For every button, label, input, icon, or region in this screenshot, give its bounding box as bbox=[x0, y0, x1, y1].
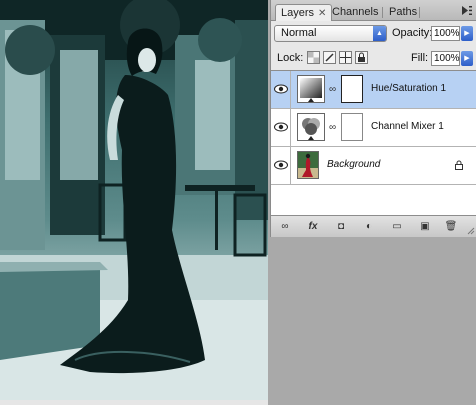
visibility-toggle[interactable] bbox=[271, 147, 291, 184]
lock-all-icon[interactable] bbox=[355, 51, 368, 64]
visibility-toggle[interactable] bbox=[271, 71, 291, 108]
new-layer-icon[interactable]: ▣ bbox=[415, 219, 435, 234]
blend-mode-value: Normal bbox=[281, 27, 317, 39]
document-canvas[interactable] bbox=[0, 0, 268, 400]
panel-tab-bar: Layers ✕ Channels Paths bbox=[271, 0, 476, 21]
visibility-toggle[interactable] bbox=[271, 109, 291, 146]
channel-mixer-thumbnail-icon bbox=[297, 113, 325, 141]
layers-panel: Layers ✕ Channels Paths Normal ▲ Opacity:… bbox=[270, 0, 476, 237]
layer-mask-thumbnail[interactable] bbox=[341, 75, 363, 103]
layer-mask-thumbnail[interactable] bbox=[341, 113, 363, 141]
eye-icon bbox=[274, 84, 288, 94]
layer-name[interactable]: Channel Mixer 1 bbox=[371, 121, 444, 132]
eye-icon bbox=[274, 160, 288, 170]
layer-row-hue-saturation[interactable]: ∞ Hue/Saturation 1 bbox=[271, 71, 476, 109]
fill-value: 100% bbox=[434, 53, 460, 64]
close-icon[interactable]: ✕ bbox=[318, 8, 326, 19]
mask-link-icon[interactable]: ∞ bbox=[329, 84, 336, 95]
mask-link-icon[interactable]: ∞ bbox=[329, 122, 336, 133]
lock-position-icon[interactable] bbox=[339, 51, 352, 64]
layers-list: ∞ Hue/Saturation 1 ∞ Channel Mixer 1 Bac… bbox=[271, 70, 476, 215]
tab-divider bbox=[382, 7, 383, 18]
fill-input[interactable]: 100% bbox=[431, 51, 460, 66]
background-thumbnail bbox=[297, 151, 319, 179]
adjustment-thumbnail-icon bbox=[297, 75, 325, 103]
photo-image bbox=[0, 0, 268, 400]
add-mask-icon[interactable]: ◘ bbox=[331, 219, 351, 234]
lock-image-icon[interactable] bbox=[323, 51, 336, 64]
opacity-label: Opacity: bbox=[392, 27, 433, 39]
blend-mode-select[interactable]: Normal ▲ bbox=[274, 25, 387, 42]
layer-name[interactable]: Hue/Saturation 1 bbox=[371, 83, 446, 94]
tab-layers[interactable]: Layers ✕ bbox=[275, 4, 333, 21]
tab-channels-label: Channels bbox=[332, 6, 379, 18]
canvas-bottom-strip bbox=[0, 400, 268, 405]
new-group-icon[interactable]: ▭ bbox=[387, 219, 407, 234]
tab-divider bbox=[419, 7, 420, 18]
delete-layer-icon[interactable]: 🗑 bbox=[441, 219, 461, 234]
lock-label: Lock: bbox=[277, 52, 304, 64]
link-layers-icon[interactable]: ∞ bbox=[275, 219, 295, 234]
lock-icon bbox=[455, 160, 463, 170]
chevron-down-icon: ▲ bbox=[373, 26, 386, 41]
opacity-dropdown-icon[interactable]: ▶ bbox=[461, 26, 473, 41]
opacity-value: 100% bbox=[434, 28, 460, 39]
tab-paths-label: Paths bbox=[389, 6, 418, 18]
tab-paths[interactable]: Paths bbox=[384, 4, 422, 21]
adjustment-layer-icon[interactable]: ◐ bbox=[359, 219, 379, 234]
resize-grip-icon[interactable] bbox=[467, 227, 475, 235]
fill-dropdown-icon[interactable]: ▶ bbox=[461, 51, 473, 66]
layer-style-icon[interactable]: fx bbox=[303, 219, 323, 234]
layers-panel-footer: ∞ fx ◘ ◐ ▭ ▣ 🗑 bbox=[271, 215, 476, 237]
layer-name[interactable]: Background bbox=[327, 159, 380, 170]
lock-transparent-icon[interactable] bbox=[307, 51, 320, 64]
layer-row-channel-mixer[interactable]: ∞ Channel Mixer 1 bbox=[271, 109, 476, 147]
layer-row-background[interactable]: Background bbox=[271, 147, 476, 185]
eye-icon bbox=[274, 122, 288, 132]
panel-menu-icon[interactable] bbox=[462, 6, 472, 15]
fill-label: Fill: bbox=[411, 52, 429, 64]
opacity-input[interactable]: 100% bbox=[431, 26, 460, 41]
tab-layers-label: Layers bbox=[281, 7, 315, 19]
tab-channels[interactable]: Channels bbox=[327, 4, 383, 21]
